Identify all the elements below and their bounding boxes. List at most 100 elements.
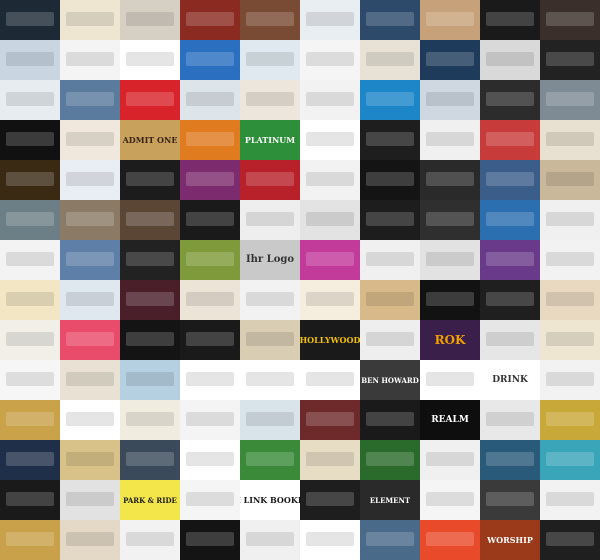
thumbnail-image[interactable] [540,360,600,400]
thumbnail-image[interactable] [360,320,420,360]
thumbnail-image[interactable] [0,160,60,200]
thumbnail-image[interactable] [0,40,60,80]
thumbnail-image[interactable] [120,240,180,280]
thumbnail-image[interactable] [420,520,480,560]
thumbnail-image[interactable]: Ihr Logo [240,240,300,280]
thumbnail-image[interactable] [0,440,60,480]
thumbnail-image[interactable] [540,0,600,40]
thumbnail-image[interactable] [60,280,120,320]
thumbnail-image[interactable] [120,0,180,40]
thumbnail-image[interactable] [540,400,600,440]
thumbnail-image[interactable]: WORSHIP [480,520,540,560]
thumbnail-image[interactable]: REALM [420,400,480,440]
thumbnail-image[interactable] [420,80,480,120]
thumbnail-image[interactable] [420,0,480,40]
thumbnail-image[interactable] [240,280,300,320]
thumbnail-image[interactable] [300,80,360,120]
thumbnail-image[interactable] [540,120,600,160]
thumbnail-image[interactable] [420,440,480,480]
thumbnail-image[interactable] [240,80,300,120]
thumbnail-image[interactable] [360,120,420,160]
thumbnail-image[interactable] [120,80,180,120]
thumbnail-image[interactable]: BEN HOWARD [360,360,420,400]
thumbnail-image[interactable] [480,200,540,240]
thumbnail-image[interactable] [360,520,420,560]
thumbnail-image[interactable] [180,80,240,120]
thumbnail-image[interactable] [180,120,240,160]
thumbnail-image[interactable] [60,440,120,480]
thumbnail-image[interactable] [240,0,300,40]
thumbnail-image[interactable] [120,280,180,320]
thumbnail-image[interactable] [240,520,300,560]
thumbnail-image[interactable] [0,320,60,360]
thumbnail-image[interactable] [180,40,240,80]
thumbnail-image[interactable] [120,400,180,440]
thumbnail-image[interactable] [60,320,120,360]
thumbnail-image[interactable] [240,360,300,400]
thumbnail-image[interactable] [120,520,180,560]
thumbnail-image[interactable] [540,160,600,200]
thumbnail-image[interactable] [480,400,540,440]
thumbnail-image[interactable] [0,360,60,400]
thumbnail-image[interactable] [180,160,240,200]
thumbnail-image[interactable] [360,200,420,240]
thumbnail-image[interactable] [480,280,540,320]
thumbnail-image[interactable] [240,440,300,480]
thumbnail-image[interactable] [180,520,240,560]
thumbnail-image[interactable] [300,0,360,40]
thumbnail-image[interactable] [0,200,60,240]
thumbnail-image[interactable] [180,360,240,400]
thumbnail-image[interactable] [120,440,180,480]
thumbnail-image[interactable] [180,200,240,240]
thumbnail-image[interactable]: HOLLYWOOD [300,320,360,360]
thumbnail-image[interactable] [540,440,600,480]
thumbnail-image[interactable] [480,320,540,360]
thumbnail-image[interactable] [420,160,480,200]
thumbnail-image[interactable] [480,440,540,480]
thumbnail-image[interactable] [360,40,420,80]
thumbnail-image[interactable] [300,520,360,560]
thumbnail-image[interactable] [480,480,540,520]
thumbnail-image[interactable] [540,240,600,280]
thumbnail-image[interactable] [540,280,600,320]
thumbnail-image[interactable] [240,40,300,80]
thumbnail-image[interactable] [60,160,120,200]
thumbnail-image[interactable] [0,520,60,560]
thumbnail-image[interactable] [0,400,60,440]
thumbnail-image[interactable] [180,440,240,480]
thumbnail-image[interactable] [180,320,240,360]
thumbnail-image[interactable] [0,280,60,320]
thumbnail-image[interactable] [120,320,180,360]
thumbnail-image[interactable] [420,360,480,400]
thumbnail-image[interactable] [480,240,540,280]
thumbnail-image[interactable] [240,400,300,440]
thumbnail-image[interactable] [540,40,600,80]
thumbnail-image[interactable] [300,160,360,200]
thumbnail-image[interactable] [360,0,420,40]
thumbnail-image[interactable] [0,0,60,40]
thumbnail-image[interactable] [480,40,540,80]
thumbnail-image[interactable] [240,200,300,240]
thumbnail-image[interactable] [300,440,360,480]
thumbnail-image[interactable] [420,40,480,80]
thumbnail-image[interactable] [360,280,420,320]
thumbnail-image[interactable] [60,240,120,280]
thumbnail-image[interactable]: TI LINK BOOKIN [240,480,300,520]
thumbnail-image[interactable] [180,480,240,520]
thumbnail-image[interactable] [300,280,360,320]
thumbnail-image[interactable] [0,80,60,120]
thumbnail-image[interactable] [420,240,480,280]
thumbnail-image[interactable] [420,200,480,240]
thumbnail-image[interactable] [60,200,120,240]
thumbnail-image[interactable] [60,120,120,160]
thumbnail-image[interactable] [0,480,60,520]
thumbnail-image[interactable] [180,280,240,320]
thumbnail-image[interactable] [360,400,420,440]
thumbnail-image[interactable]: ROK [420,320,480,360]
thumbnail-image[interactable] [540,520,600,560]
thumbnail-image[interactable] [120,200,180,240]
thumbnail-image[interactable] [480,80,540,120]
thumbnail-image[interactable] [300,360,360,400]
thumbnail-image[interactable]: ELEMENT [360,480,420,520]
thumbnail-image[interactable] [420,480,480,520]
